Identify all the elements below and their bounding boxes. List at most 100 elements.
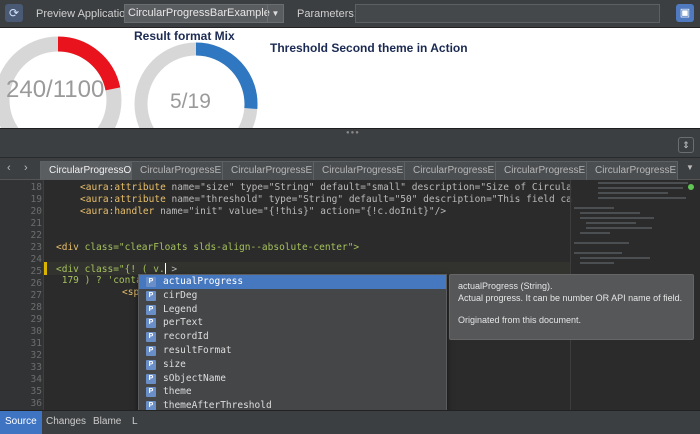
line-number: 30 [30, 326, 42, 337]
line-number: 27 [30, 290, 42, 301]
tab-label: CircularProgressO [49, 165, 132, 176]
line-number: 33 [30, 362, 42, 373]
minimap-line [598, 197, 686, 199]
tab-1[interactable]: CircularProgressE [131, 161, 223, 180]
tab-3[interactable]: CircularProgressE [313, 161, 405, 180]
line-number: 36 [30, 398, 42, 409]
property-icon: P [146, 304, 156, 315]
line-number: 18 [30, 182, 42, 193]
tab-changes[interactable]: Changes [41, 411, 91, 434]
tab-label: CircularProgressE [322, 165, 404, 176]
code-line-20: <aura:handler name="init" value="{!this}… [80, 206, 446, 218]
property-icon: P [146, 359, 156, 370]
refresh-icon[interactable]: ⟳ [5, 4, 23, 22]
autocomplete-item[interactable]: Psize [139, 358, 446, 372]
autocomplete-label: perText [163, 317, 204, 329]
tab-4[interactable]: CircularProgressE [404, 161, 496, 180]
code-line-27: <sp [122, 287, 139, 299]
tab-2[interactable]: CircularProgressE [222, 161, 314, 180]
line-number: 23 [30, 242, 42, 253]
line-number: 32 [30, 350, 42, 361]
autocomplete-item[interactable]: PcirDeg [139, 289, 446, 303]
change-marker [44, 262, 47, 275]
preview-application-select[interactable]: CircularProgressBarExample ▼ [124, 4, 284, 23]
autocomplete-label: recordId [163, 331, 209, 343]
tab-label: CircularProgressE [413, 165, 495, 176]
chevron-left-icon[interactable]: ‹ [7, 162, 11, 174]
property-icon: P [146, 345, 156, 356]
code-tag: <aura:attribute [80, 182, 166, 193]
property-icon: P [146, 387, 156, 398]
tooltip-signature: actualProgress (String). [458, 281, 553, 291]
autocomplete-item[interactable]: PperText [139, 316, 446, 330]
code-line-26: 179 ) ? 'conta [56, 275, 142, 287]
line-number: 29 [30, 314, 42, 325]
ring1-value: 240/1100 [6, 76, 105, 103]
bottom-tabs: Source Changes Blame L [0, 410, 700, 434]
code-text: 179 ) ? 'conta [56, 275, 142, 286]
autocomplete-item[interactable]: PactualProgress [139, 275, 446, 289]
tab-5[interactable]: CircularProgressE [495, 161, 587, 180]
expand-icon[interactable]: ⇕ [678, 137, 694, 153]
autocomplete-item[interactable]: PsObjectName [139, 372, 446, 386]
line-number: 24 [30, 254, 42, 265]
property-icon: P [146, 332, 156, 343]
line-number: 22 [30, 230, 42, 241]
autocomplete-label: size [163, 358, 186, 370]
parameters-label: Parameters: [297, 8, 357, 20]
parameters-input[interactable] [355, 4, 660, 23]
code-rest: name="threshold" type="String" default="… [165, 194, 590, 205]
tab-source[interactable]: Source [0, 411, 42, 434]
threshold-title: Threshold Second theme in Action [270, 41, 468, 55]
preview-pane: 240/1100 5/19 Result format Mix Threshol… [0, 28, 700, 128]
line-number: 28 [30, 302, 42, 313]
line-number: 26 [30, 278, 42, 289]
minimap-line [580, 217, 654, 219]
tab-label: CircularProgressE [231, 165, 313, 176]
minimap-line [574, 252, 622, 254]
autocomplete-label: Legend [163, 303, 198, 315]
line-number: 25 [30, 266, 42, 277]
code-line-19: <aura:attribute name="threshold" type="S… [80, 194, 589, 206]
autocomplete-item[interactable]: Ptheme [139, 385, 446, 399]
code-line-23: <div class="clearFloats slds-align--abso… [56, 242, 359, 254]
autocomplete-label: actualProgress [163, 276, 244, 287]
save-preview-icon[interactable]: ▣ [676, 4, 694, 22]
code-rest: name="size" type="String" default="small… [165, 182, 590, 193]
tab-blame[interactable]: Blame [88, 411, 126, 434]
chevron-down-icon[interactable]: ▼ [267, 5, 283, 22]
tab-label: CircularProgressE [140, 165, 222, 176]
code-tag: <aura:attribute [80, 194, 166, 205]
minimap-line [598, 192, 668, 194]
minimap-line [580, 212, 640, 214]
line-number: 31 [30, 338, 42, 349]
minimap-line [574, 242, 629, 244]
code-rest: name="init" value="{!this}" action="{!c.… [154, 206, 447, 217]
tab-0[interactable]: CircularProgressO [40, 161, 132, 180]
tab-6[interactable]: CircularProgressE [586, 161, 678, 180]
tab-label: CircularProgressE [504, 165, 586, 176]
line-number: 35 [30, 386, 42, 397]
line-number: 21 [30, 218, 42, 229]
minimap-line [580, 232, 610, 234]
ring2-value: 5/19 [170, 90, 211, 113]
autocomplete-item[interactable]: P Legend [139, 303, 446, 317]
line-number: 20 [30, 206, 42, 217]
preview-application-label: Preview Application: [36, 8, 135, 20]
autocomplete-label: cirDeg [163, 289, 198, 301]
selected-application: CircularProgressBarExample [128, 7, 270, 19]
code-tag: <div [56, 242, 79, 253]
autocomplete-tooltip: actualProgress (String). Actual progress… [449, 274, 694, 340]
property-icon: P [146, 373, 156, 384]
minimap-line [574, 207, 614, 209]
tab-dropdown-icon[interactable]: ▼ [686, 163, 694, 172]
line-gutter: 18 19 20 21 22 23 24 25 26 27 28 29 30 3… [0, 180, 44, 410]
autocomplete-item[interactable]: PrecordId [139, 330, 446, 344]
line-number: 19 [30, 194, 42, 205]
autocomplete-item[interactable]: PresultFormat [139, 344, 446, 358]
chevron-right-icon[interactable]: › [24, 162, 28, 174]
tab-log[interactable]: L [127, 411, 143, 434]
minimap-line [586, 222, 636, 224]
autocomplete-label: sObjectName [163, 372, 226, 384]
line-number: 34 [30, 374, 42, 385]
